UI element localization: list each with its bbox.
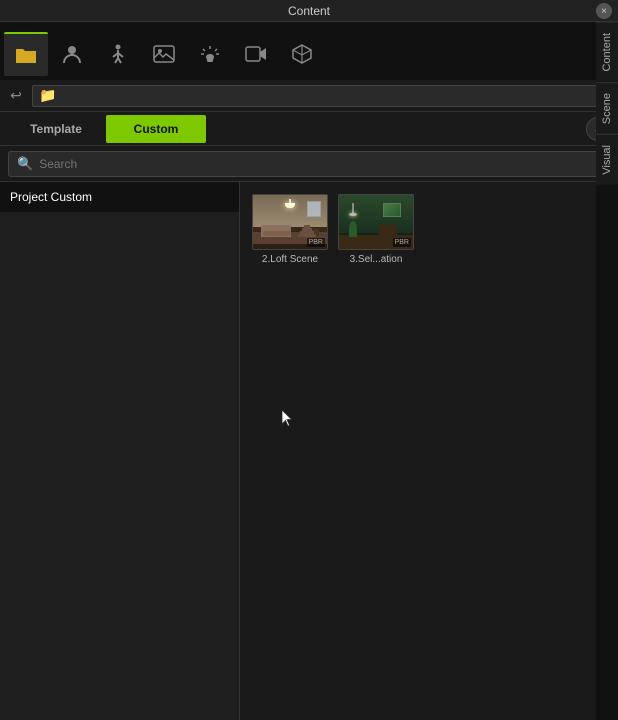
back-button[interactable]: ↩ xyxy=(6,87,26,104)
thumb-badge-loft: PBR xyxy=(307,238,325,247)
vert-tab-scene[interactable]: Scene xyxy=(596,82,618,134)
search-input[interactable] xyxy=(39,157,601,171)
path-folder-icon: 📁 xyxy=(39,87,56,104)
tab-template[interactable]: Template xyxy=(6,115,106,143)
search-bar: 🔍 xyxy=(0,146,618,182)
thumb-label-sel: 3.Sel...ation xyxy=(350,254,403,265)
thumbnail-item-loft[interactable]: PBR 2.Loft Scene xyxy=(252,194,328,265)
toolbar-video-icon[interactable] xyxy=(234,32,278,76)
left-panel: Project Custom xyxy=(0,182,240,720)
toolbar-figure-icon[interactable] xyxy=(96,32,140,76)
vert-tab-visual[interactable]: Visual xyxy=(596,134,618,185)
search-icon: 🔍 xyxy=(17,156,33,172)
address-bar: ↩ 📁 xyxy=(0,80,618,112)
thumb-loft-window xyxy=(307,201,321,217)
search-input-wrap[interactable]: 🔍 xyxy=(8,151,610,177)
thumb-loft-stairs xyxy=(298,217,316,237)
thumbnail-image-loft: PBR xyxy=(252,194,328,250)
close-button[interactable]: × xyxy=(596,3,612,19)
left-panel-item-project-custom[interactable]: Project Custom xyxy=(0,182,239,212)
thumbnail-grid: PBR 2.Loft Scene xyxy=(252,194,606,265)
icon-toolbar xyxy=(0,22,618,80)
tab-bar: Template Custom ⌄ xyxy=(0,112,618,146)
title-bar: Content × xyxy=(0,0,618,22)
tab-custom[interactable]: Custom xyxy=(106,115,206,143)
main-content: Project Custom xyxy=(0,182,618,720)
thumb-label-loft: 2.Loft Scene xyxy=(262,254,318,265)
thumb-sel-chair xyxy=(379,225,397,237)
thumbnail-item-sel[interactable]: PBR 3.Sel...ation xyxy=(338,194,414,265)
thumbnail-image-sel: PBR xyxy=(338,194,414,250)
toolbar-box-icon[interactable] xyxy=(280,32,324,76)
toolbar-person-icon[interactable] xyxy=(50,32,94,76)
toolbar-image-icon[interactable] xyxy=(142,32,186,76)
thumb-sel-wall-art xyxy=(383,203,401,217)
vert-tab-content[interactable]: Content xyxy=(596,22,618,82)
right-panel: PBR 2.Loft Scene xyxy=(240,182,618,720)
toolbar-folder-icon[interactable] xyxy=(4,32,48,76)
thumb-sel-plant xyxy=(349,221,357,237)
thumb-loft-rug xyxy=(263,231,291,236)
title-bar-text: Content xyxy=(288,4,330,18)
thumb-loft-light xyxy=(289,199,291,207)
right-sidebar: Content Scene Visual xyxy=(596,22,618,720)
path-field[interactable]: 📁 xyxy=(32,85,612,107)
thumb-badge-sel: PBR xyxy=(393,238,411,247)
thumb-sel-lamp xyxy=(349,203,357,215)
toolbar-lamp-icon[interactable] xyxy=(188,32,232,76)
